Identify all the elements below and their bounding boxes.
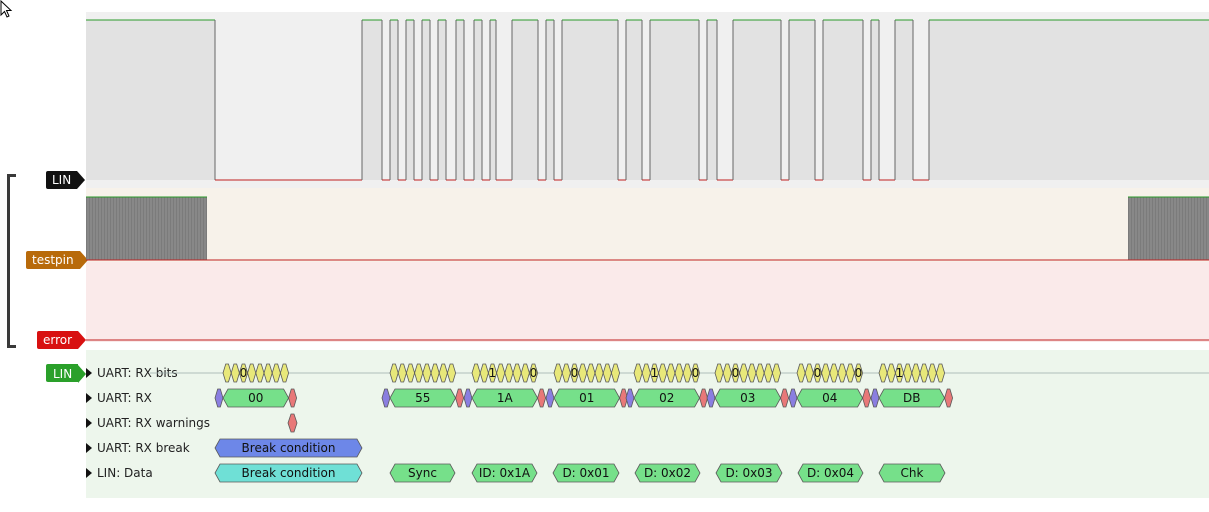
expand-triangle-icon[interactable]	[86, 418, 92, 428]
decoder-label-lin-text: LIN	[53, 367, 73, 381]
row-uart-rx-bits[interactable]: UART: RX bits	[86, 365, 178, 381]
row-uart-rx-break[interactable]: UART: RX break	[86, 440, 190, 456]
expand-triangle-icon[interactable]	[86, 468, 92, 478]
mouse-pointer-icon	[0, 0, 13, 18]
row-label-rx-break: UART: RX break	[97, 441, 190, 455]
channel-label-testpin[interactable]: testpin	[26, 251, 88, 269]
row-uart-rx-warnings[interactable]: UART: RX warnings	[86, 415, 210, 431]
row-lin-data[interactable]: LIN: Data	[86, 465, 153, 481]
channel-label-testpin-text: testpin	[32, 253, 74, 267]
row-label-lin-data: LIN: Data	[97, 466, 153, 480]
row-label-rx-warnings: UART: RX warnings	[97, 416, 211, 430]
expand-triangle-icon[interactable]	[86, 393, 92, 403]
row-label-rx-bits: UART: RX bits	[97, 366, 178, 380]
channel-label-error[interactable]: error	[37, 331, 87, 349]
decoder-label-lin[interactable]: LIN	[46, 364, 87, 383]
expand-triangle-icon[interactable]	[86, 368, 92, 378]
error-trace-area[interactable]	[86, 262, 1209, 342]
channel-label-error-text: error	[43, 333, 73, 347]
channel-label-lin[interactable]: LIN	[46, 171, 86, 189]
channel-group-bracket[interactable]	[7, 174, 16, 348]
lin-trace-area[interactable]	[86, 12, 1209, 188]
row-uart-rx[interactable]: UART: RX	[86, 390, 152, 406]
expand-triangle-icon[interactable]	[86, 443, 92, 453]
decoder-trace-area[interactable]	[86, 350, 1209, 498]
channel-label-lin-text: LIN	[52, 173, 72, 187]
testpin-trace-area[interactable]	[86, 188, 1209, 262]
row-label-rx: UART: RX	[97, 391, 152, 405]
